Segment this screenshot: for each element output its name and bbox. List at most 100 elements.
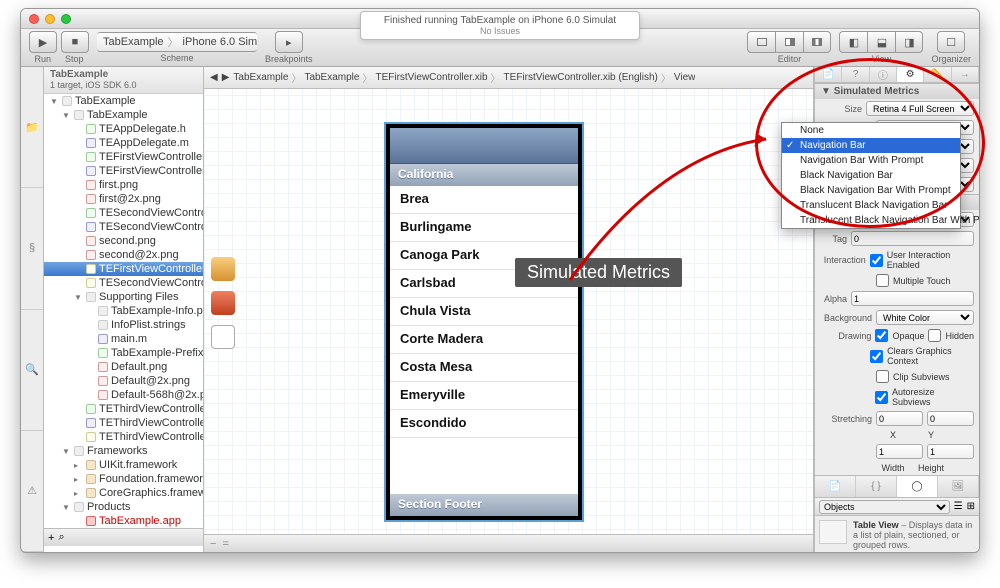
stretch-h-field[interactable] — [927, 444, 974, 459]
jump-item[interactable]: TabExample — [304, 72, 359, 83]
library-filter-select[interactable]: Objects — [819, 500, 950, 514]
background-select[interactable]: White Color — [876, 310, 974, 325]
zoom-out-icon[interactable]: − — [210, 538, 216, 550]
stretch-x-field[interactable] — [876, 411, 923, 426]
file-item[interactable]: ▼TabExample — [44, 94, 203, 108]
multiple-touch-checkbox[interactable] — [876, 274, 889, 287]
user-interaction-checkbox[interactable] — [870, 254, 883, 267]
file-item[interactable]: TEFirstViewController.xib — [44, 262, 203, 276]
dropdown-item[interactable]: Navigation Bar With Prompt — [782, 153, 960, 168]
file-item[interactable]: TEAppDelegate.h — [44, 122, 203, 136]
dropdown-item[interactable]: Black Navigation Bar — [782, 168, 960, 183]
table-view-frame[interactable]: California BreaBurlingameCanoga ParkCarl… — [384, 122, 584, 522]
file-item[interactable]: ▼Frameworks — [44, 444, 203, 458]
table-cell[interactable]: Brea — [390, 186, 578, 214]
toggle-utilities-button[interactable]: ◨ — [895, 31, 923, 53]
table-cell[interactable]: Carlsbad — [390, 270, 578, 298]
code-snippet-lib-tab[interactable]: { } — [856, 476, 897, 497]
project-nav-tab[interactable]: 📁 — [21, 67, 43, 188]
file-template-lib-tab[interactable]: 📄 — [815, 476, 856, 497]
toggle-debug-button[interactable]: ⬓ — [867, 31, 895, 53]
file-item[interactable]: TESecondViewController.xib — [44, 276, 203, 290]
autoresize-checkbox[interactable] — [875, 391, 888, 404]
disclosure-icon[interactable]: ▼ — [821, 86, 831, 97]
stop-button[interactable]: ■ — [61, 31, 89, 53]
search-nav-tab[interactable]: 🔍 — [21, 310, 43, 431]
media-lib-tab[interactable]: 🖼 — [938, 476, 979, 497]
table-cell[interactable]: Corte Madera — [390, 326, 578, 354]
attributes-inspector-tab[interactable]: ⚙ — [897, 67, 924, 82]
forward-button[interactable]: ▶ — [222, 72, 230, 83]
dropdown-item[interactable]: Translucent Black Navigation Bar With Pr… — [782, 213, 960, 228]
size-select[interactable]: Retina 4 Full Screen — [866, 101, 974, 116]
jump-bar[interactable]: ◀ ▶ TabExample〉TabExample〉TEFirstViewCon… — [204, 67, 813, 89]
organizer-button[interactable]: ☐ — [937, 31, 965, 53]
file-item[interactable]: Default-568h@2x.png — [44, 388, 203, 402]
grid-view-icon[interactable]: ⊞ — [967, 501, 975, 512]
table-cell[interactable]: Escondido — [390, 410, 578, 438]
run-button[interactable]: ▶ — [29, 31, 57, 53]
file-item[interactable]: TEThirdViewController.h — [44, 402, 203, 416]
file-item[interactable]: TabExample-Info.plist — [44, 304, 203, 318]
table-cell[interactable]: Costa Mesa — [390, 354, 578, 382]
file-item[interactable]: main.m — [44, 332, 203, 346]
breakpoints-button[interactable]: ▸ — [275, 31, 303, 53]
tag-field[interactable] — [851, 231, 974, 246]
jump-item[interactable]: TEFirstViewController.xib (English) — [504, 72, 658, 83]
file-item[interactable]: TabExample-Prefix.pch — [44, 346, 203, 360]
zoom-fit-icon[interactable]: = — [222, 538, 228, 550]
file-item[interactable]: ▼Supporting Files — [44, 290, 203, 304]
file-item[interactable]: InfoPlist.strings — [44, 318, 203, 332]
symbol-nav-tab[interactable]: § — [21, 188, 43, 309]
alpha-field[interactable] — [851, 291, 974, 306]
stretch-w-field[interactable] — [876, 444, 923, 459]
file-item[interactable]: first.png — [44, 178, 203, 192]
files-owner-icon[interactable] — [211, 257, 235, 281]
file-item[interactable]: Default.png — [44, 360, 203, 374]
file-item[interactable]: TEThirdViewController.xib — [44, 430, 203, 444]
dropdown-item[interactable]: Translucent Black Navigation Bar — [782, 198, 960, 213]
file-item[interactable]: TEFirstViewController.m — [44, 164, 203, 178]
file-item[interactable]: TEFirstViewController.h — [44, 150, 203, 164]
first-responder-icon[interactable] — [211, 291, 235, 315]
object-lib-tab[interactable]: ◯ — [897, 476, 938, 497]
file-item[interactable]: TEAppDelegate.m — [44, 136, 203, 150]
table-cell[interactable]: Burlingame — [390, 214, 578, 242]
project-header[interactable]: TabExample 1 target, iOS SDK 6.0 — [44, 67, 203, 94]
hidden-checkbox[interactable] — [928, 329, 941, 342]
back-button[interactable]: ◀ — [210, 72, 218, 83]
editor-mode-segmented[interactable] — [747, 31, 831, 53]
clip-subviews-checkbox[interactable] — [876, 370, 889, 383]
library-item[interactable]: Table View – Displays data in a list of … — [815, 516, 979, 552]
clears-context-checkbox[interactable] — [870, 350, 883, 363]
file-item[interactable]: ▼Products — [44, 500, 203, 514]
view-segmented[interactable]: ◧ ⬓ ◨ — [839, 31, 923, 53]
file-item[interactable]: ▸CoreGraphics.framework — [44, 486, 203, 500]
file-item[interactable]: TESecondViewController.m — [44, 220, 203, 234]
connections-inspector-tab[interactable]: → — [952, 67, 979, 82]
table-cell[interactable]: Chula Vista — [390, 298, 578, 326]
jump-item[interactable]: TEFirstViewController.xib — [375, 72, 487, 83]
identity-inspector-tab[interactable]: ⓘ — [870, 67, 897, 82]
list-view-icon[interactable]: ☰ — [954, 501, 963, 512]
file-item[interactable]: ▸Foundation.framework — [44, 472, 203, 486]
file-inspector-tab[interactable]: 📄 — [815, 67, 842, 82]
file-item[interactable]: ▸UIKit.framework — [44, 458, 203, 472]
version-editor-button[interactable] — [803, 31, 831, 53]
file-item[interactable]: ▼TabExample — [44, 108, 203, 122]
table-cell[interactable]: Emeryville — [390, 382, 578, 410]
issue-nav-tab[interactable]: ⚠ — [21, 431, 43, 552]
opaque-checkbox[interactable] — [875, 329, 888, 342]
quick-help-tab[interactable]: ? — [842, 67, 869, 82]
scheme-selector[interactable]: TabExample 〉 iPhone 6.0 Simulator — [97, 32, 257, 52]
file-item[interactable]: second.png — [44, 234, 203, 248]
standard-editor-button[interactable] — [747, 31, 775, 53]
jump-item[interactable]: TabExample — [233, 72, 288, 83]
file-item[interactable]: Default@2x.png — [44, 374, 203, 388]
size-inspector-tab[interactable]: 📏 — [924, 67, 951, 82]
filter-icon[interactable]: ⌕ — [58, 531, 64, 544]
view-object-icon[interactable] — [211, 325, 235, 349]
file-item[interactable]: first@2x.png — [44, 192, 203, 206]
dropdown-item[interactable]: Navigation Bar — [782, 138, 960, 153]
file-item[interactable]: TEThirdViewController.m — [44, 416, 203, 430]
